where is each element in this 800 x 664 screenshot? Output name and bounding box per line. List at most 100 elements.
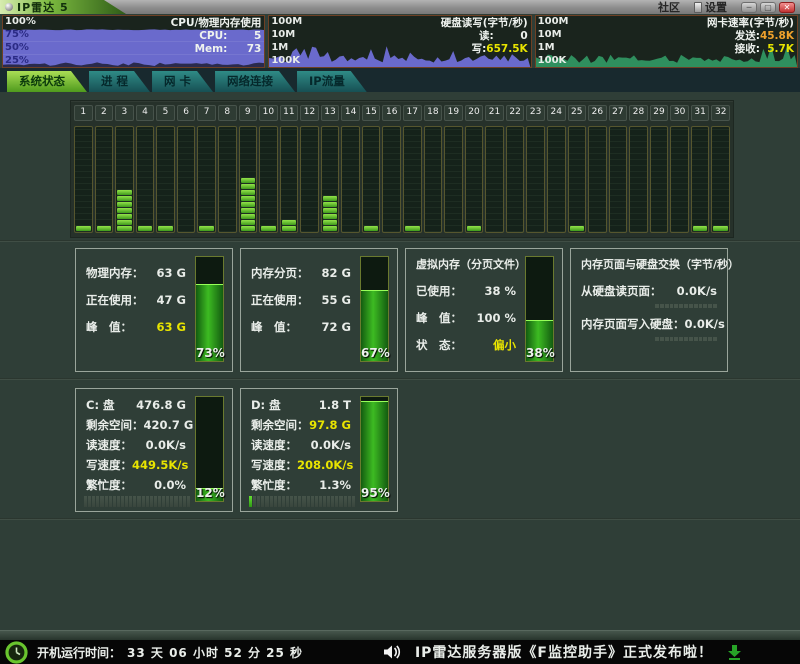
core-number-label: 30 xyxy=(670,105,689,121)
core-load-segment xyxy=(241,220,256,225)
maximize-button[interactable]: ▢ xyxy=(760,2,776,13)
graph-stat-value: 73 xyxy=(227,43,261,56)
core-load-segment xyxy=(282,220,297,225)
graph-stat-label: 接收: xyxy=(735,43,760,55)
core-load-segment xyxy=(323,226,338,231)
graph-stat-value: 0 xyxy=(494,30,528,43)
tab-network-card[interactable]: 网 卡 xyxy=(152,71,213,92)
tab-ip-traffic[interactable]: IP流量 xyxy=(297,71,367,92)
cpu-cores-grid: 1234567891011121314151617181920212223242… xyxy=(70,100,734,238)
busy-tick xyxy=(282,496,285,507)
core-load-segment xyxy=(117,208,132,213)
core-load-bar xyxy=(403,126,422,233)
core-load-bar xyxy=(670,126,689,233)
core-load-bar xyxy=(321,126,340,233)
cpu-core-4: 4 xyxy=(136,105,155,233)
app-title: IP雷达 5 xyxy=(17,0,69,15)
section-divider xyxy=(0,518,800,520)
app-title-tab: IP雷达 5 xyxy=(0,0,126,14)
busy-tick xyxy=(183,496,186,507)
core-load-segment xyxy=(241,184,256,189)
row-value: 38 % xyxy=(484,284,516,298)
graph-title: 硬盘读写(字节/秒) xyxy=(441,17,528,30)
core-load-bar xyxy=(341,126,360,233)
busy-tick xyxy=(261,496,264,507)
core-number-label: 3 xyxy=(115,105,134,121)
busy-tick xyxy=(286,496,289,507)
row-label: 写速度： xyxy=(251,457,297,473)
core-load-segment xyxy=(117,220,132,225)
core-load-bar xyxy=(239,126,258,233)
community-link[interactable]: 社区 xyxy=(658,0,680,15)
busy-tick xyxy=(253,496,256,507)
tab-processes[interactable]: 进 程 xyxy=(89,71,150,92)
graph-stat-line: Mem:73 xyxy=(171,43,262,56)
row-label: C: 盘 xyxy=(86,397,115,413)
core-number-label: 28 xyxy=(629,105,648,121)
core-number-label: 32 xyxy=(711,105,730,121)
core-load-segment xyxy=(241,208,256,213)
mini-tick xyxy=(655,337,659,341)
busy-tick xyxy=(125,496,128,507)
download-icon[interactable] xyxy=(727,644,742,660)
graph-stat-label: 写: xyxy=(472,43,487,55)
tab-bar: 系统状态进 程网 卡网络连接IP流量 xyxy=(0,68,800,92)
core-load-segment xyxy=(282,226,297,231)
core-load-bar xyxy=(362,126,381,233)
speaker-icon xyxy=(383,644,401,660)
cpu-core-11: 11 xyxy=(280,105,299,233)
core-load-bar xyxy=(382,126,401,233)
row-label: 写速度： xyxy=(86,457,132,473)
cpu-core-25: 25 xyxy=(568,105,587,233)
graph-stat-line: CPU:5 xyxy=(171,30,262,43)
row-label: 峰 值： xyxy=(251,319,297,335)
busy-tick xyxy=(265,496,268,507)
graph-scale-label: 1M xyxy=(271,43,288,53)
row-label: D: 盘 xyxy=(251,397,281,413)
usage-meter: 95% xyxy=(360,396,389,502)
busy-meter xyxy=(249,496,355,507)
uptime-clock-icon xyxy=(5,641,28,664)
busy-tick xyxy=(150,496,153,507)
core-load-bar xyxy=(280,126,299,233)
cpu-core-5: 5 xyxy=(156,105,175,233)
busy-tick xyxy=(129,496,132,507)
row-value: 97.8 G xyxy=(309,418,351,432)
tab-system-status[interactable]: 系统状态 xyxy=(7,71,87,92)
app-radar-icon xyxy=(5,3,13,11)
titlebar-menu: 社区 设置 ─ ▢ ✕ xyxy=(658,0,800,15)
core-load-bar xyxy=(424,126,443,233)
tab-network-connections[interactable]: 网络连接 xyxy=(215,71,295,92)
graph-info: 网卡速率(字节/秒)发送:45.8K接收:5.7K xyxy=(707,17,794,56)
core-load-segment xyxy=(323,214,338,219)
busy-tick xyxy=(302,496,305,507)
mini-tick-meter xyxy=(655,337,717,341)
busy-tick xyxy=(307,496,310,507)
graph-stat-line: 写:657.5K xyxy=(441,43,528,56)
close-button[interactable]: ✕ xyxy=(779,2,795,13)
settings-link[interactable]: 设置 xyxy=(694,0,727,15)
cpu-core-29: 29 xyxy=(650,105,669,233)
announcement-text[interactable]: IP雷达服务器版《F监控助手》正式发布啦！ xyxy=(415,642,713,662)
row-label: 从硬盘读页面： xyxy=(581,283,662,299)
row-value: 55 G xyxy=(322,293,351,307)
busy-tick xyxy=(294,496,297,507)
core-number-label: 31 xyxy=(691,105,710,121)
row-label: 正在使用： xyxy=(86,292,144,308)
core-load-segment xyxy=(117,190,132,195)
core-load-bar xyxy=(711,126,730,233)
info-panel-disk-1: D: 盘1.8 T剩余空间：97.8 G读速度：0.0K/s写速度：208.0K… xyxy=(240,388,398,512)
row-value: 72 G xyxy=(322,320,351,334)
core-load-bar xyxy=(156,126,175,233)
busy-tick xyxy=(315,496,318,507)
minimize-button[interactable]: ─ xyxy=(741,2,757,13)
core-load-segment xyxy=(241,190,256,195)
core-load-segment xyxy=(261,226,276,231)
core-load-bar xyxy=(506,126,525,233)
mini-tick xyxy=(674,304,678,308)
busy-tick xyxy=(146,496,149,507)
busy-tick xyxy=(105,496,108,507)
core-load-segment xyxy=(693,226,708,231)
mini-tick xyxy=(660,337,664,341)
mini-tick xyxy=(694,304,698,308)
